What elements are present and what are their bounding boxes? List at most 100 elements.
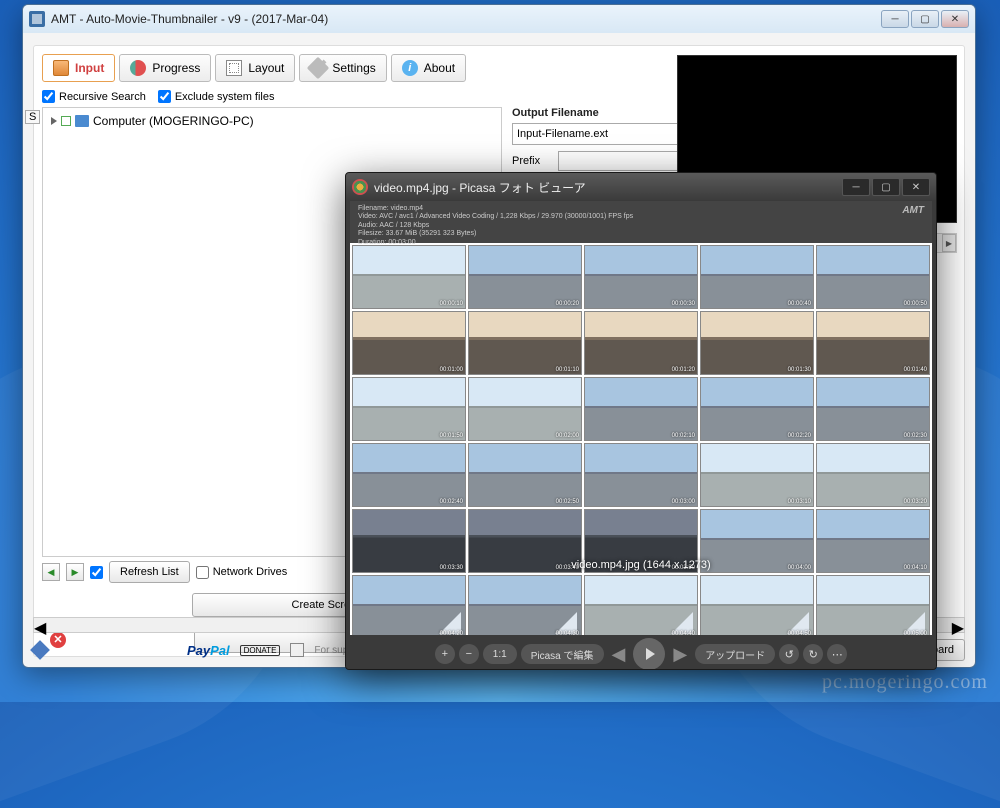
thumbnail[interactable] xyxy=(700,245,814,309)
upload-button[interactable]: アップロード xyxy=(695,644,775,664)
thumbnail[interactable] xyxy=(584,377,698,441)
tree-checkbox[interactable] xyxy=(61,116,71,126)
rotate-cw-button[interactable]: ↻ xyxy=(803,644,823,664)
thumbnail[interactable] xyxy=(816,443,930,507)
watermark: pc.mogeringo.com xyxy=(822,671,988,694)
exclude-label: Exclude system files xyxy=(175,91,275,103)
picasa-titlebar[interactable]: video.mp4.jpg - Picasa フォト ビューア ─ ▢ ✕ xyxy=(346,173,936,201)
thumbnail[interactable] xyxy=(700,311,814,375)
rotate-ccw-button[interactable]: ↺ xyxy=(779,644,799,664)
recursive-label: Recursive Search xyxy=(59,91,146,103)
meta-audio: Audio: AAC / 128 Kbps xyxy=(358,222,633,230)
main-scroll-left[interactable]: ◀ xyxy=(34,618,46,632)
recycle-icon[interactable] xyxy=(290,643,304,657)
tab-progress-label: Progress xyxy=(152,61,200,75)
tab-about[interactable]: i About xyxy=(391,54,466,82)
prefix-label: Prefix xyxy=(512,155,550,167)
thumbnail[interactable] xyxy=(468,509,582,573)
minimize-button[interactable]: ─ xyxy=(881,10,909,28)
tab-settings[interactable]: Settings xyxy=(299,54,386,82)
thumbnail[interactable] xyxy=(352,245,466,309)
thumbnail[interactable] xyxy=(584,311,698,375)
map-corner-icon xyxy=(903,612,925,634)
map-corner-icon xyxy=(555,612,577,634)
tab-settings-label: Settings xyxy=(332,61,375,75)
thumbnail[interactable] xyxy=(352,575,466,635)
resolution-overlay: video.mp4.jpg (1644 x 1273) xyxy=(571,559,710,571)
thumbnail[interactable] xyxy=(816,575,930,635)
main-scroll-right[interactable]: ▶ xyxy=(952,618,964,632)
thumbnail[interactable] xyxy=(584,245,698,309)
network-drives-input[interactable] xyxy=(196,566,209,579)
maximize-button[interactable]: ▢ xyxy=(911,10,939,28)
window-title: AMT - Auto-Movie-Thumbnailer - v9 - (201… xyxy=(51,12,881,26)
next-button[interactable]: ▶ xyxy=(669,644,691,665)
network-drives-checkbox[interactable]: Network Drives xyxy=(196,566,288,579)
thumbnail[interactable] xyxy=(352,311,466,375)
exclude-checkbox-input[interactable] xyxy=(158,90,171,103)
tab-input[interactable]: Input xyxy=(42,54,115,82)
tab-layout-label: Layout xyxy=(248,61,284,75)
thumbnail[interactable] xyxy=(700,377,814,441)
refresh-checkbox[interactable] xyxy=(90,566,103,579)
recursive-search-checkbox[interactable]: Recursive Search xyxy=(42,90,146,103)
thumbnail[interactable] xyxy=(816,245,930,309)
more-button[interactable]: ⋯ xyxy=(827,644,847,664)
meta-filesize: Filesize: 33.67 MiB (35291 323 Bytes) xyxy=(358,230,633,238)
settings-icon xyxy=(307,57,330,80)
thumbnail[interactable] xyxy=(816,311,930,375)
expand-icon[interactable] xyxy=(51,117,57,125)
progress-icon xyxy=(130,60,146,76)
meta-filename: Filename: video.mp4 xyxy=(358,205,633,213)
tab-about-label: About xyxy=(424,61,455,75)
thumbnail[interactable] xyxy=(700,509,814,573)
meta-video: Video: AVC / avc1 / Advanced Video Codin… xyxy=(358,213,633,221)
tree-item-computer[interactable]: Computer (MOGERINGO-PC) xyxy=(47,112,497,130)
zoom-out-button[interactable]: − xyxy=(459,644,479,664)
tree-back-button[interactable]: ◀ xyxy=(42,563,60,581)
thumbnail[interactable] xyxy=(816,509,930,573)
thumbnail[interactable] xyxy=(584,443,698,507)
picasa-maximize-button[interactable]: ▢ xyxy=(872,178,900,196)
thumbnail[interactable] xyxy=(468,311,582,375)
refresh-list-button[interactable]: Refresh List xyxy=(109,561,190,583)
thumbnail[interactable] xyxy=(468,575,582,635)
picasa-close-button[interactable]: ✕ xyxy=(902,178,930,196)
tab-progress[interactable]: Progress xyxy=(119,54,211,82)
scroll-right-icon[interactable]: ▶ xyxy=(942,234,956,252)
paypal-logo[interactable]: PayPal xyxy=(187,643,230,658)
thumbnail[interactable] xyxy=(700,575,814,635)
picasa-body: Filename: video.mp4 Video: AVC / avc1 / … xyxy=(350,201,932,635)
thumbnail[interactable] xyxy=(816,377,930,441)
thumbnail[interactable] xyxy=(584,575,698,635)
zoom-in-button[interactable]: + xyxy=(435,644,455,664)
picasa-minimize-button[interactable]: ─ xyxy=(842,178,870,196)
tree-forward-button[interactable]: ▶ xyxy=(66,563,84,581)
close-button[interactable]: ✕ xyxy=(941,10,969,28)
pin-icon[interactable] xyxy=(30,640,50,660)
exclude-system-checkbox[interactable]: Exclude system files xyxy=(158,90,275,103)
tree-s-button[interactable]: S xyxy=(25,110,40,124)
thumbnail[interactable] xyxy=(700,443,814,507)
recursive-checkbox-input[interactable] xyxy=(42,90,55,103)
play-button[interactable] xyxy=(633,638,665,670)
output-filename-combo[interactable]: Input-Filename.ext xyxy=(512,123,692,145)
thumbnail[interactable] xyxy=(468,245,582,309)
layout-icon xyxy=(226,60,242,76)
computer-icon xyxy=(75,115,89,127)
main-titlebar[interactable]: AMT - Auto-Movie-Thumbnailer - v9 - (201… xyxy=(23,5,975,33)
input-icon xyxy=(53,60,69,76)
picasa-edit-button[interactable]: Picasa で編集 xyxy=(521,644,604,664)
zoom-1to1-button[interactable]: 1:1 xyxy=(483,644,517,664)
thumbnail[interactable] xyxy=(468,443,582,507)
prev-button[interactable]: ◀ xyxy=(608,644,630,665)
thumbnail[interactable] xyxy=(352,443,466,507)
picasa-title: video.mp4.jpg - Picasa フォト ビューア xyxy=(374,179,840,196)
app-icon xyxy=(29,11,45,27)
tab-layout[interactable]: Layout xyxy=(215,54,295,82)
picasa-toolbar: + − 1:1 Picasa で編集 ◀ ▶ アップロード ↺ ↻ ⋯ xyxy=(346,639,936,669)
thumbnail[interactable] xyxy=(468,377,582,441)
thumbnail[interactable] xyxy=(352,509,466,573)
donate-button[interactable]: DONATE xyxy=(240,645,281,656)
thumbnail[interactable] xyxy=(352,377,466,441)
